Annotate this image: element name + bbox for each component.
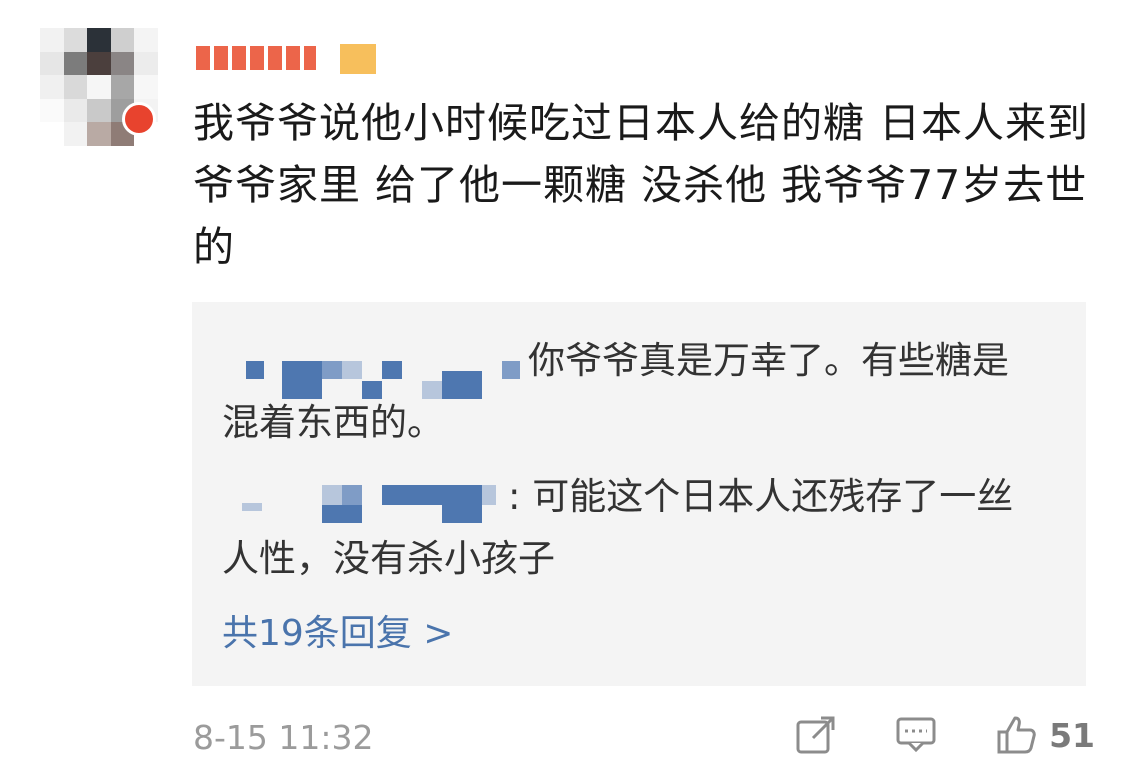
view-all-replies-link[interactable]: 共19条回复 > <box>222 604 453 656</box>
like-count: 51 <box>1049 715 1095 755</box>
reply-username[interactable] <box>222 345 522 399</box>
comment-timestamp: 8-15 11:32 <box>193 718 374 757</box>
username[interactable] <box>196 40 386 76</box>
replies-panel: 你爷爷真是万幸了。有些糖是混着东西的。 : 可能这个日本人还残存了一丝人性，没有… <box>192 302 1086 686</box>
like-button[interactable]: 51 <box>995 714 1095 756</box>
thumbs-up-icon <box>997 716 1036 754</box>
reply-username[interactable] <box>222 481 502 523</box>
comment-text: 我爷爷说他小时候吃过日本人给的糖 日本人来到爷爷家里 给了他一颗糖 没杀他 我爷… <box>193 99 1090 271</box>
comment-actions: 51 <box>795 714 1095 756</box>
comment-icon[interactable] <box>895 714 937 756</box>
reply-item[interactable]: : 可能这个日本人还残存了一丝人性，没有杀小孩子 <box>222 466 1042 590</box>
reply-item[interactable]: 你爷爷真是万幸了。有些糖是混着东西的。 <box>222 330 1042 454</box>
verified-badge-icon <box>122 102 156 136</box>
share-icon[interactable] <box>795 714 837 756</box>
